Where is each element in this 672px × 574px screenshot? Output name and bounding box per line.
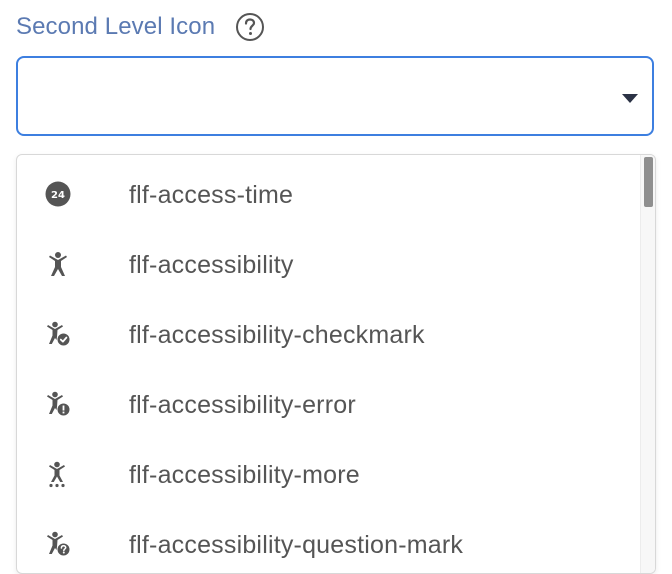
option-accessibility-checkmark[interactable]: flf-accessibility-checkmark	[17, 299, 641, 369]
accessibility-question-mark-icon	[43, 529, 73, 559]
second-level-icon-select[interactable]	[16, 56, 654, 136]
scrollbar-track[interactable]	[640, 155, 655, 573]
option-label: flf-accessibility-checkmark	[129, 321, 425, 349]
field-label: Second Level Icon	[16, 13, 216, 40]
option-label: flf-accessibility-error	[129, 391, 356, 419]
access-time-icon: 24	[43, 179, 73, 209]
option-accessibility[interactable]: flf-accessibility	[17, 229, 641, 299]
svg-text:24: 24	[51, 190, 65, 201]
field-label-row: Second Level Icon	[16, 10, 265, 44]
option-accessibility-question-mark[interactable]: flf-accessibility-question-mark	[17, 509, 641, 573]
option-access-time[interactable]: 24 flf-access-time	[17, 159, 641, 229]
accessibility-checkmark-icon	[43, 319, 73, 349]
option-label: flf-access-time	[129, 181, 294, 209]
dropdown-menu: 24 flf-access-time flf-accessibility flf…	[16, 154, 656, 574]
question-circle-icon[interactable]	[235, 12, 265, 42]
option-accessibility-error[interactable]: flf-accessibility-error	[17, 369, 641, 439]
option-label: flf-accessibility	[129, 251, 294, 279]
accessibility-icon	[43, 249, 73, 279]
scrollbar-thumb[interactable]	[644, 157, 653, 207]
option-label: flf-accessibility-more	[129, 461, 360, 489]
accessibility-more-icon	[43, 459, 73, 489]
accessibility-error-icon	[43, 389, 73, 419]
option-label: flf-accessibility-question-mark	[129, 531, 464, 559]
option-accessibility-more[interactable]: flf-accessibility-more	[17, 439, 641, 509]
caret-down-icon[interactable]	[622, 94, 638, 103]
